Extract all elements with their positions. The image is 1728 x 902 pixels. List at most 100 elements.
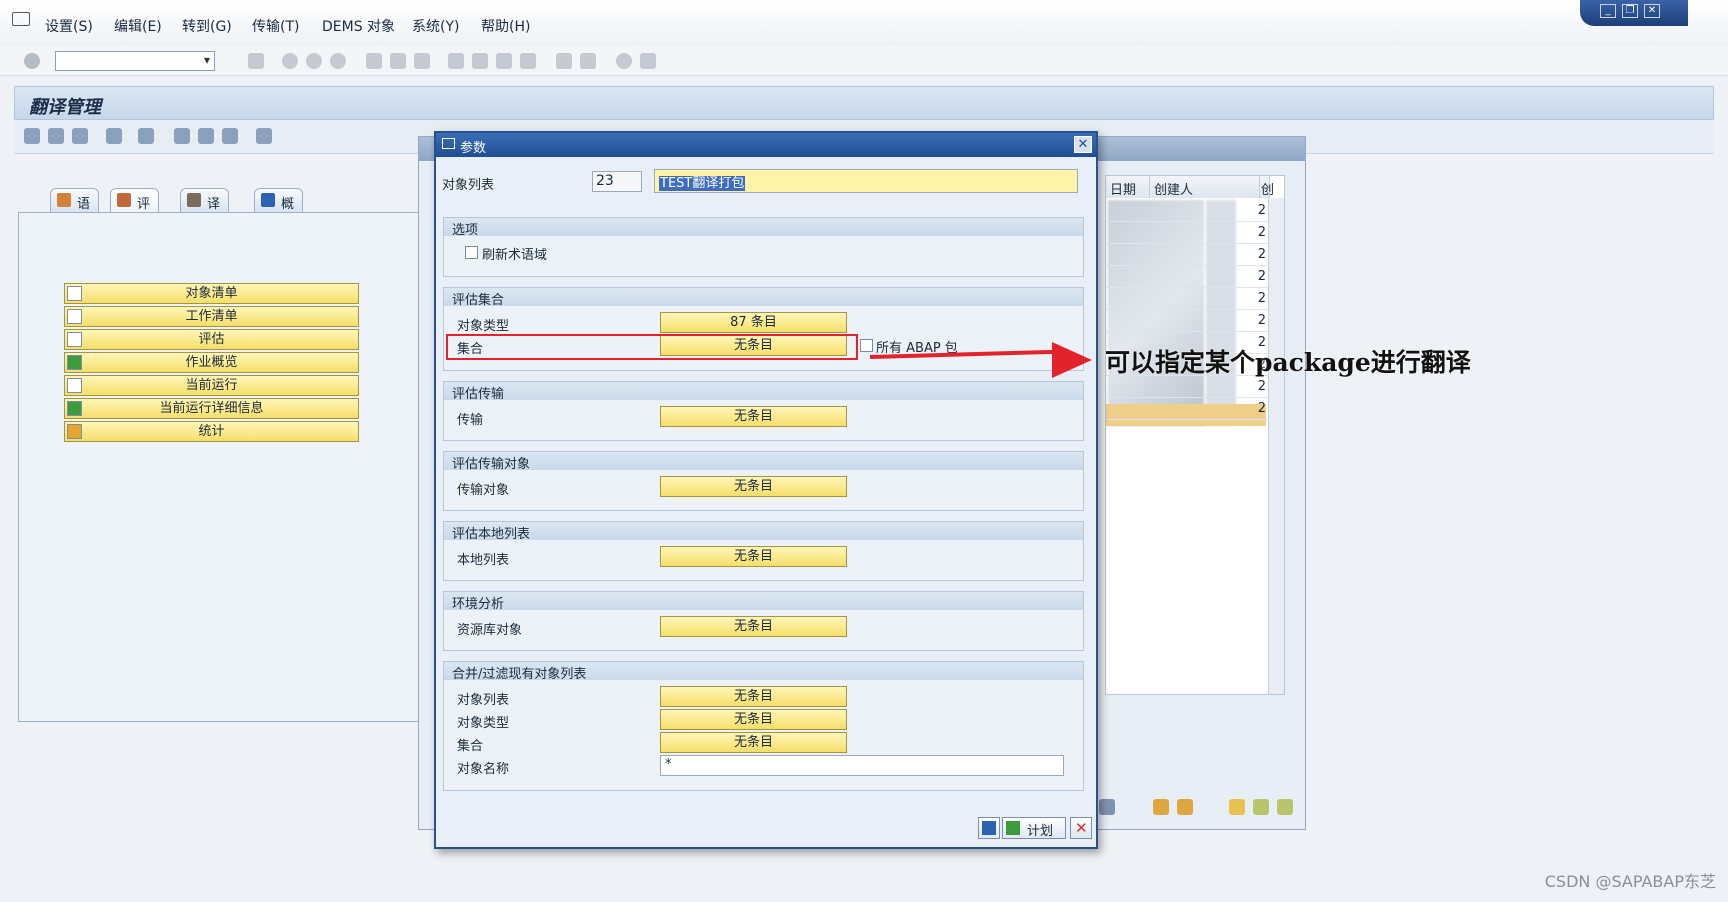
- object-list-grid: 日期 创建人 创 2 2 2 2 2 2 2 2 2 2: [1105, 175, 1285, 695]
- prev-page-icon[interactable]: [472, 53, 488, 69]
- table-row[interactable]: 2: [1106, 222, 1268, 244]
- print-icon[interactable]: [366, 53, 382, 69]
- next-page-icon[interactable]: [496, 53, 512, 69]
- field-label: 集合: [457, 739, 484, 754]
- schedule-button[interactable]: 计划: [1002, 817, 1066, 839]
- tab-evaluation[interactable]: 评估: [110, 188, 160, 231]
- menu-dems-object[interactable]: DEMS 对象: [322, 16, 395, 36]
- merge-set-button[interactable]: 无条目: [660, 732, 847, 753]
- settings-doc-icon[interactable]: [256, 128, 272, 144]
- menu-goto[interactable]: 转到(G): [182, 16, 232, 36]
- evaluate-button[interactable]: 评估: [64, 329, 359, 350]
- stamp-icon[interactable]: [1177, 799, 1193, 815]
- tools-icon[interactable]: [72, 128, 88, 144]
- title-bar: 翻译管理: [14, 86, 1714, 120]
- tab-overview[interactable]: 概览: [254, 188, 304, 231]
- close-icon[interactable]: ✕: [1074, 136, 1092, 153]
- menu-settings[interactable]: 设置(S): [45, 16, 93, 36]
- job-overview-button[interactable]: 作业概览: [64, 352, 359, 373]
- enter-icon[interactable]: [24, 53, 40, 69]
- merge-object-type-button[interactable]: 无条目: [660, 709, 847, 730]
- evaluation-icon: [117, 193, 131, 207]
- new-session-icon[interactable]: [556, 53, 572, 69]
- delete-icon[interactable]: [1099, 799, 1115, 815]
- tree-icon[interactable]: [174, 128, 190, 144]
- command-field[interactable]: [55, 51, 215, 71]
- cell: 2: [1257, 313, 1266, 328]
- save-button[interactable]: [978, 817, 1000, 839]
- restore-icon[interactable]: ❐: [1622, 4, 1638, 18]
- object-name-input[interactable]: *: [660, 755, 1064, 776]
- exit-icon[interactable]: [306, 53, 322, 69]
- mountain-icon[interactable]: [1153, 799, 1169, 815]
- person-doc-icon[interactable]: [222, 128, 238, 144]
- tree-expand-icon[interactable]: [198, 128, 214, 144]
- group-title: 环境分析: [444, 592, 1083, 612]
- list-icon[interactable]: [48, 128, 64, 144]
- users-icon[interactable]: [138, 128, 154, 144]
- dialog-header: 参数 ✕: [436, 133, 1096, 157]
- col-date[interactable]: 日期: [1106, 176, 1150, 198]
- current-run-button[interactable]: 当前运行: [64, 375, 359, 396]
- cell: 2: [1257, 203, 1266, 218]
- table-row[interactable]: 2: [1106, 310, 1268, 332]
- menu-edit[interactable]: 编辑(E): [114, 16, 162, 36]
- menu-transport[interactable]: 传输(T): [252, 16, 299, 36]
- search-doc-icon[interactable]: [1229, 799, 1245, 815]
- table-row[interactable]: 2: [1106, 398, 1268, 420]
- object-list-button[interactable]: 对象清单: [64, 283, 359, 304]
- object-type-button[interactable]: 87 条目: [660, 312, 847, 333]
- menu-system[interactable]: 系统(Y): [412, 16, 459, 36]
- first-page-icon[interactable]: [448, 53, 464, 69]
- cancel-icon[interactable]: [330, 53, 346, 69]
- tab-translator[interactable]: 译员: [180, 188, 230, 231]
- close-window-icon[interactable]: ✕: [1644, 4, 1660, 18]
- table-row[interactable]: 2: [1106, 200, 1268, 222]
- language-icon: [57, 193, 71, 207]
- standard-toolbar: [0, 46, 1728, 76]
- shortcut-icon[interactable]: [580, 53, 596, 69]
- all-abap-packages-checkbox[interactable]: [860, 339, 873, 352]
- upload-icon[interactable]: [106, 128, 122, 144]
- page-title: 翻译管理: [29, 97, 101, 118]
- object-list-name-field[interactable]: TEST翻译打包: [654, 169, 1078, 193]
- save-icon[interactable]: [248, 53, 264, 69]
- minimize-icon[interactable]: _: [1600, 4, 1616, 18]
- col-created[interactable]: 创: [1260, 176, 1274, 198]
- find-next-icon[interactable]: [414, 53, 430, 69]
- object-list-number-field[interactable]: 23: [592, 171, 642, 192]
- worklist-button[interactable]: 工作清单: [64, 306, 359, 327]
- layout-icon[interactable]: [640, 53, 656, 69]
- current-run-details-button[interactable]: 当前运行详细信息: [64, 398, 359, 419]
- menu-help[interactable]: 帮助(H): [481, 16, 530, 36]
- merge-object-list-button[interactable]: 无条目: [660, 686, 847, 707]
- cell: 2: [1257, 401, 1266, 416]
- local-list-button[interactable]: 无条目: [660, 546, 847, 567]
- col-creator[interactable]: 创建人: [1150, 176, 1260, 198]
- group-title: 合并/过滤现有对象列表: [444, 662, 1083, 682]
- group-title: 评估传输: [444, 382, 1083, 402]
- table-row[interactable]: 2: [1106, 376, 1268, 398]
- repository-objects-button[interactable]: 无条目: [660, 616, 847, 637]
- grid-scrollbar[interactable]: [1268, 198, 1284, 694]
- statistics-button[interactable]: 统计: [64, 421, 359, 442]
- refresh-terminology-checkbox[interactable]: [465, 246, 478, 259]
- table-row[interactable]: 2: [1106, 288, 1268, 310]
- back-icon[interactable]: [282, 53, 298, 69]
- cancel-button[interactable]: ✕: [1070, 817, 1092, 839]
- last-page-icon[interactable]: [520, 53, 536, 69]
- help-icon[interactable]: [616, 53, 632, 69]
- transport-objects-button[interactable]: 无条目: [660, 476, 847, 497]
- system-menu-icon[interactable]: [12, 12, 30, 26]
- table-row[interactable]: 2: [1106, 244, 1268, 266]
- tab-language[interactable]: 语言: [50, 188, 100, 231]
- cell: 2: [1257, 291, 1266, 306]
- find-icon[interactable]: [390, 53, 406, 69]
- table-row[interactable]: 2: [1106, 266, 1268, 288]
- export-icon[interactable]: [1253, 799, 1269, 815]
- transport-button[interactable]: 无条目: [660, 406, 847, 427]
- import-icon[interactable]: [1277, 799, 1293, 815]
- field-label: 对象类型: [457, 716, 510, 731]
- info-icon: [261, 193, 275, 207]
- document-icon[interactable]: [24, 128, 40, 144]
